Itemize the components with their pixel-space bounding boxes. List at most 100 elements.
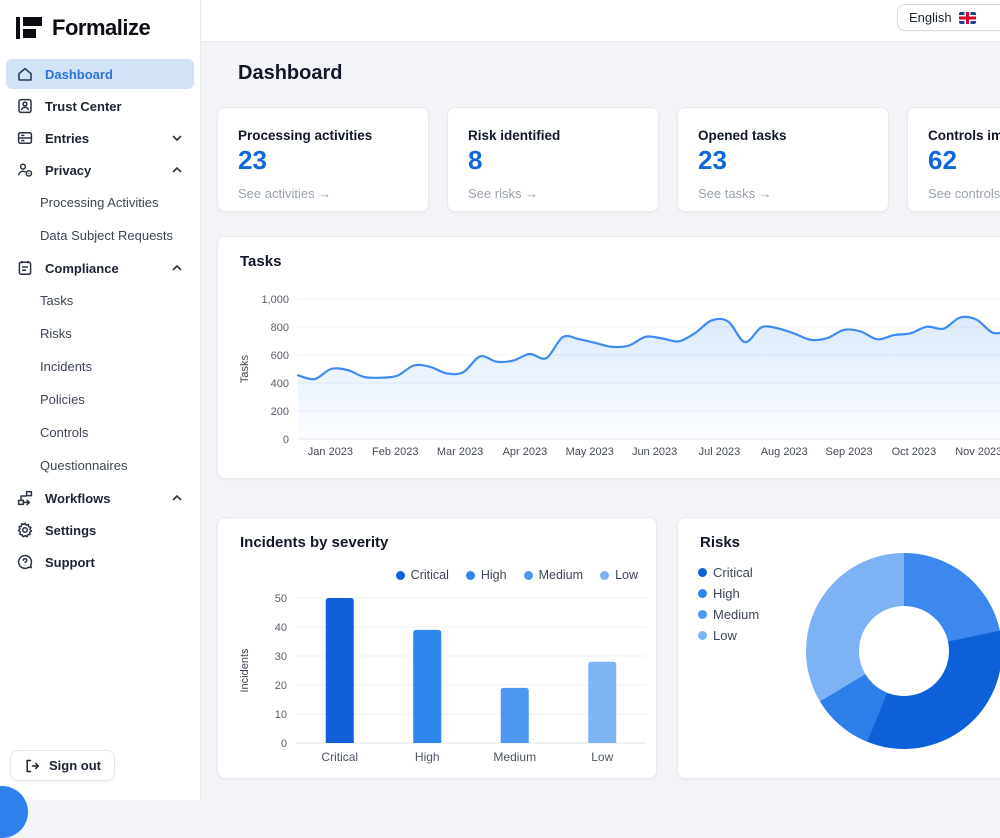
svg-text:Apr 2023: Apr 2023 bbox=[503, 446, 548, 458]
legend-label: High bbox=[481, 568, 507, 582]
incidents-chart-title: Incidents by severity bbox=[240, 534, 388, 551]
chevron-up-icon bbox=[170, 491, 184, 505]
entries-icon bbox=[16, 129, 34, 147]
legend-dot bbox=[600, 571, 609, 580]
stat-value: 8 bbox=[468, 146, 638, 175]
chevron-up-icon bbox=[170, 163, 184, 177]
stat-label: Opened tasks bbox=[698, 128, 868, 143]
see-activities-link[interactable]: See activities → bbox=[238, 186, 408, 201]
see-controls-link[interactable]: See controls → bbox=[928, 186, 1000, 201]
sidebar-item-label: Settings bbox=[45, 523, 96, 538]
sidebar-item-label: Trust Center bbox=[45, 99, 122, 114]
help-icon bbox=[16, 553, 34, 571]
legend-item-high[interactable]: High bbox=[466, 568, 507, 582]
legend-label: Medium bbox=[713, 607, 759, 622]
sidebar-item-label: Processing Activities bbox=[40, 195, 159, 210]
language-selector[interactable]: English bbox=[897, 4, 1000, 31]
legend-dot bbox=[524, 571, 533, 580]
sidebar-nav: Dashboard Trust Center Entries bbox=[0, 53, 200, 583]
main-content: Dashboard Processing activities 23 See a… bbox=[201, 42, 1000, 800]
stat-card-processing-activities: Processing activities 23 See activities … bbox=[217, 107, 429, 212]
donut-hole bbox=[859, 606, 949, 696]
sidebar-item-processing-activities[interactable]: Processing Activities bbox=[6, 187, 194, 218]
legend-item-critical[interactable]: Critical bbox=[698, 565, 759, 580]
formalize-logo-icon bbox=[16, 16, 43, 40]
stat-card-controls-implemented: Controls implemented 62 See controls → bbox=[907, 107, 1000, 212]
svg-text:Nov 2023: Nov 2023 bbox=[955, 446, 1000, 458]
stat-card-opened-tasks: Opened tasks 23 See tasks → bbox=[677, 107, 889, 212]
sidebar-item-label: Tasks bbox=[40, 293, 73, 308]
sidebar-item-label: Compliance bbox=[45, 261, 119, 276]
legend-item-critical[interactable]: Critical bbox=[396, 568, 449, 582]
incidents-chart-panel: Incidents by severity Critical High Medium… bbox=[217, 517, 657, 779]
sidebar-item-trust-center[interactable]: Trust Center bbox=[6, 91, 194, 121]
home-icon bbox=[16, 65, 34, 83]
chat-widget-bubble[interactable] bbox=[0, 786, 28, 838]
sidebar-item-entries[interactable]: Entries bbox=[6, 123, 194, 153]
sidebar-item-risks[interactable]: Risks bbox=[6, 318, 194, 349]
sidebar-item-workflows[interactable]: Workflows bbox=[6, 483, 194, 513]
sidebar-item-support[interactable]: Support bbox=[6, 547, 194, 577]
compliance-icon bbox=[16, 259, 34, 277]
tasks-chart-panel: Tasks 02004006008001,000TasksJan 2023Feb… bbox=[217, 236, 1000, 479]
sidebar-item-incidents[interactable]: Incidents bbox=[6, 351, 194, 382]
see-risks-link[interactable]: See risks → bbox=[468, 186, 638, 201]
svg-text:High: High bbox=[415, 750, 440, 764]
svg-text:20: 20 bbox=[275, 680, 287, 692]
svg-text:Mar 2023: Mar 2023 bbox=[437, 446, 483, 458]
legend-label: Critical bbox=[713, 565, 753, 580]
sidebar-item-label: Data Subject Requests bbox=[40, 228, 173, 243]
sidebar-item-compliance[interactable]: Compliance bbox=[6, 253, 194, 283]
svg-text:Feb 2023: Feb 2023 bbox=[372, 446, 418, 458]
sign-out-label: Sign out bbox=[49, 758, 101, 773]
svg-text:Jul 2023: Jul 2023 bbox=[699, 446, 741, 458]
risks-chart-panel: Risks CriticalHighMediumLow bbox=[677, 517, 1000, 779]
workflows-icon bbox=[16, 489, 34, 507]
app-logo[interactable]: Formalize bbox=[0, 0, 200, 53]
svg-text:0: 0 bbox=[283, 434, 289, 446]
sidebar-item-controls[interactable]: Controls bbox=[6, 417, 194, 448]
sidebar: Formalize Dashboard Trust Center bbox=[0, 0, 201, 800]
legend-dot bbox=[698, 631, 707, 640]
sidebar-item-settings[interactable]: Settings bbox=[6, 515, 194, 545]
see-tasks-link[interactable]: See tasks → bbox=[698, 186, 868, 201]
chevron-up-icon bbox=[170, 261, 184, 275]
risks-legend: Critical High Medium Low bbox=[698, 565, 759, 643]
incidents-legend: Critical High Medium Low bbox=[396, 568, 638, 582]
sidebar-item-tasks[interactable]: Tasks bbox=[6, 285, 194, 316]
sign-out-button[interactable]: Sign out bbox=[10, 750, 115, 781]
svg-text:600: 600 bbox=[271, 350, 289, 362]
sidebar-item-policies[interactable]: Policies bbox=[6, 384, 194, 415]
legend-item-medium[interactable]: Medium bbox=[524, 568, 583, 582]
sign-out-icon bbox=[24, 758, 40, 774]
chevron-down-icon bbox=[170, 131, 184, 145]
svg-text:Aug 2023: Aug 2023 bbox=[761, 446, 808, 458]
stat-value: 23 bbox=[698, 146, 868, 175]
stat-value: 23 bbox=[238, 146, 408, 175]
legend-item-medium[interactable]: Medium bbox=[698, 607, 759, 622]
sidebar-item-label: Entries bbox=[45, 131, 89, 146]
legend-item-low[interactable]: Low bbox=[698, 628, 759, 643]
svg-text:800: 800 bbox=[271, 322, 289, 334]
page-title: Dashboard bbox=[238, 62, 342, 85]
svg-text:Medium: Medium bbox=[493, 750, 536, 764]
sidebar-item-data-subject-requests[interactable]: Data Subject Requests bbox=[6, 220, 194, 251]
sidebar-item-privacy[interactable]: Privacy bbox=[6, 155, 194, 185]
svg-text:Sep 2023: Sep 2023 bbox=[826, 446, 873, 458]
svg-text:10: 10 bbox=[275, 709, 287, 721]
svg-text:Tasks: Tasks bbox=[239, 354, 251, 383]
legend-item-low[interactable]: Low bbox=[600, 568, 638, 582]
sidebar-item-label: Questionnaires bbox=[40, 458, 127, 473]
svg-text:400: 400 bbox=[271, 378, 289, 390]
svg-text:40: 40 bbox=[275, 622, 287, 634]
svg-text:50: 50 bbox=[275, 593, 287, 605]
badge-icon bbox=[16, 97, 34, 115]
sidebar-item-dashboard[interactable]: Dashboard bbox=[6, 59, 194, 89]
legend-item-high[interactable]: High bbox=[698, 586, 759, 601]
stat-card-risk-identified: Risk identified 8 See risks → bbox=[447, 107, 659, 212]
stat-value: 62 bbox=[928, 146, 1000, 175]
sidebar-item-questionnaires[interactable]: Questionnaires bbox=[6, 450, 194, 481]
svg-text:0: 0 bbox=[281, 738, 287, 750]
svg-text:Low: Low bbox=[591, 750, 613, 764]
legend-dot bbox=[396, 571, 405, 580]
